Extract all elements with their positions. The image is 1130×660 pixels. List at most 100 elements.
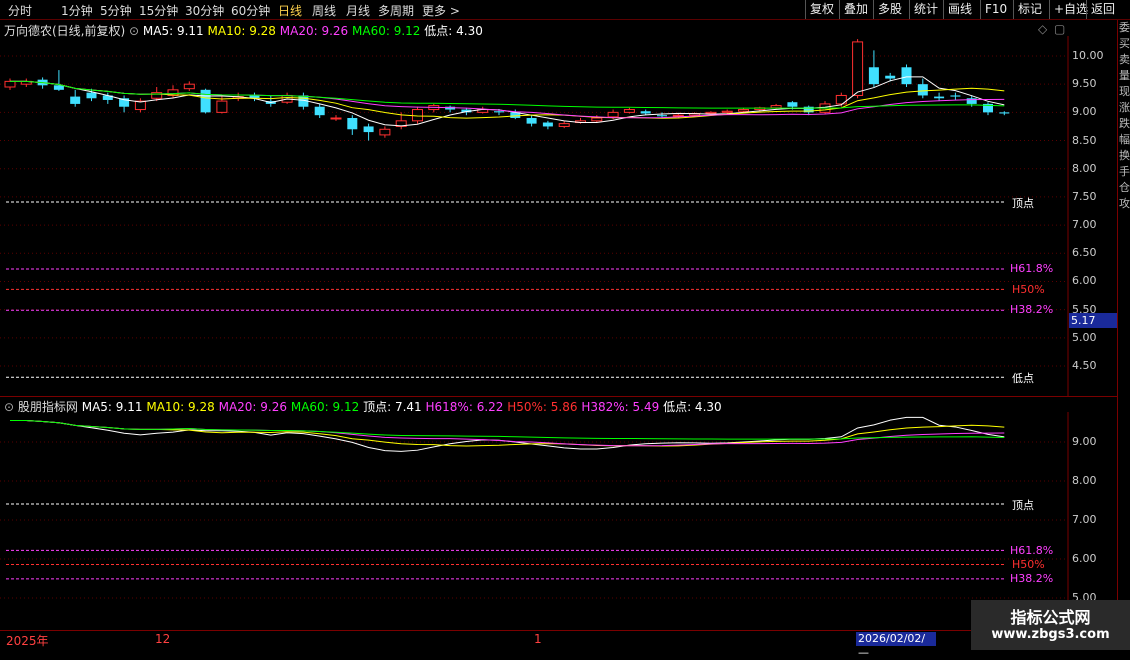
restore-window-icon[interactable]: ▢ <box>1054 22 1065 36</box>
right-strip-char[interactable]: 涨 <box>1118 100 1130 116</box>
sub-top-level-label: 顶点 <box>1012 499 1034 512</box>
right-strip-char[interactable]: 量 <box>1118 68 1130 84</box>
watermark-url: www.zbgs3.com <box>991 627 1110 642</box>
period-tab-weekly[interactable]: 周线 <box>312 2 336 19</box>
cursor-price-tag: 5.17 <box>1069 313 1119 328</box>
right-strip-char[interactable]: 手 <box>1118 164 1130 180</box>
period-tab-monthly[interactable]: 月线 <box>346 2 370 19</box>
right-strip-char[interactable]: 幅 <box>1118 132 1130 148</box>
month-12-label: 12 <box>155 632 171 646</box>
candle-body <box>494 111 504 113</box>
candle-body <box>787 102 798 107</box>
right-strip-main: 委买卖量现涨跌幅换手仓攻 <box>1118 20 1130 212</box>
candle-body <box>183 83 195 90</box>
price-tick-label: 8.50 <box>1072 133 1097 147</box>
candle-body <box>200 89 211 113</box>
watermark-title: 指标公式网 <box>1010 608 1091 627</box>
sub-tick-label: 8.00 <box>1072 474 1097 487</box>
sub-tick-label: 6.00 <box>1072 552 1097 565</box>
price-tick-label: 5.00 <box>1072 330 1097 344</box>
price-tick-label: 10.00 <box>1072 49 1104 62</box>
indicator-chart[interactable] <box>0 412 1117 630</box>
sub-tick-label: 7.00 <box>1072 513 1097 526</box>
candle-body <box>4 80 16 88</box>
candle-body <box>705 111 717 114</box>
mark-button[interactable]: 标记 <box>1013 0 1046 19</box>
candle-body <box>526 118 537 124</box>
period-tab-multi[interactable]: 多周期 <box>378 2 414 19</box>
right-strip-char[interactable]: 卖 <box>1118 52 1130 68</box>
candle-body <box>640 111 651 114</box>
multi-stock-button[interactable]: 多股 <box>873 0 906 19</box>
main-h618-label: H61.8% <box>1010 262 1054 275</box>
diamond-icon[interactable]: ◇ <box>1038 22 1047 36</box>
candle-body <box>542 122 553 127</box>
candle-body <box>917 84 928 96</box>
period-tab-5min[interactable]: 5分钟 <box>100 2 132 19</box>
price-tick-label: 6.00 <box>1072 274 1097 288</box>
candle-body <box>412 109 423 122</box>
right-strip-char[interactable]: 现 <box>1118 84 1130 100</box>
sub-h382-level-label: H38.2% <box>1010 572 1054 585</box>
price-tick-label: 9.00 <box>1072 105 1097 119</box>
main-kline-chart[interactable] <box>0 36 1117 396</box>
overlay-button[interactable]: 叠加 <box>839 0 872 19</box>
sub-tick-label: 9.00 <box>1072 435 1097 448</box>
fuquan-button[interactable]: 复权 <box>805 0 838 19</box>
right-strip-char[interactable]: 买 <box>1118 36 1130 52</box>
right-strip-char[interactable]: 委 <box>1118 20 1130 36</box>
price-tick-label: 7.00 <box>1072 218 1097 232</box>
candle-body <box>901 67 912 85</box>
right-side-tab-strip[interactable]: 委买卖量现涨跌幅换手仓攻 <box>1117 20 1130 630</box>
price-tick-label: 4.50 <box>1072 359 1097 372</box>
candle-body <box>216 100 228 113</box>
candle-body <box>558 123 570 127</box>
candle-body <box>934 96 945 99</box>
main-h382-label: H38.2% <box>1010 303 1054 316</box>
candle-body <box>379 128 391 136</box>
period-tab-30min[interactable]: 30分钟 <box>185 2 224 19</box>
watermark-logo: 指标公式网 www.zbgs3.com <box>971 600 1130 650</box>
draw-line-button[interactable]: 画线 <box>943 0 976 19</box>
main-top-level-label: 顶点 <box>1012 197 1034 210</box>
main-h50-label: H50% <box>1012 283 1045 296</box>
candle-body <box>70 96 81 104</box>
f10-button[interactable]: F10 <box>980 0 1011 19</box>
candle-body <box>591 117 603 122</box>
candle-body <box>347 118 358 130</box>
candle-body <box>999 112 1010 114</box>
cursor-date-tag: 2026/02/02/— <box>856 632 936 659</box>
period-tab-1min[interactable]: 1分钟 <box>61 2 93 19</box>
right-strip-char[interactable]: 仓 <box>1118 180 1130 196</box>
back-button[interactable]: 返回 <box>1086 0 1119 19</box>
price-tick-label: 8.00 <box>1072 161 1097 175</box>
candle-body <box>314 106 325 116</box>
right-strip-char[interactable]: 攻 <box>1118 196 1130 212</box>
candle-body <box>950 95 961 97</box>
right-strip-char[interactable]: 跌 <box>1118 116 1130 132</box>
sub-h618-level-label: H61.8% <box>1010 544 1054 557</box>
month-1-label: 1 <box>534 632 542 646</box>
candle-body <box>86 92 97 99</box>
candle-body <box>363 126 374 133</box>
candle-body <box>721 110 733 113</box>
candle-body <box>738 109 749 112</box>
main-low-level-label: 低点 <box>1012 372 1034 385</box>
candle-body <box>672 114 684 117</box>
sub-h50-level-label: H50% <box>1012 558 1045 571</box>
period-tab-fenshi[interactable]: 分时 <box>8 2 32 19</box>
period-tab-15min[interactable]: 15分钟 <box>139 2 178 19</box>
period-tab-60min[interactable]: 60分钟 <box>231 2 270 19</box>
right-strip-char[interactable]: 换 <box>1118 148 1130 164</box>
candle-body <box>868 67 879 85</box>
price-tick-label: 9.50 <box>1072 77 1097 91</box>
period-tab-daily[interactable]: 日线 <box>278 2 302 19</box>
period-tab-more[interactable]: 更多 > <box>422 2 460 19</box>
year-label: 2025年 <box>6 634 49 648</box>
date-axis-bar: 2025年 12 1 <box>0 630 1130 651</box>
stats-button[interactable]: 统计 <box>909 0 942 19</box>
panel-divider[interactable] <box>0 396 1117 397</box>
candle-body <box>657 115 667 117</box>
price-tick-label: 7.50 <box>1072 189 1097 203</box>
price-tick-label: 6.50 <box>1072 246 1097 260</box>
